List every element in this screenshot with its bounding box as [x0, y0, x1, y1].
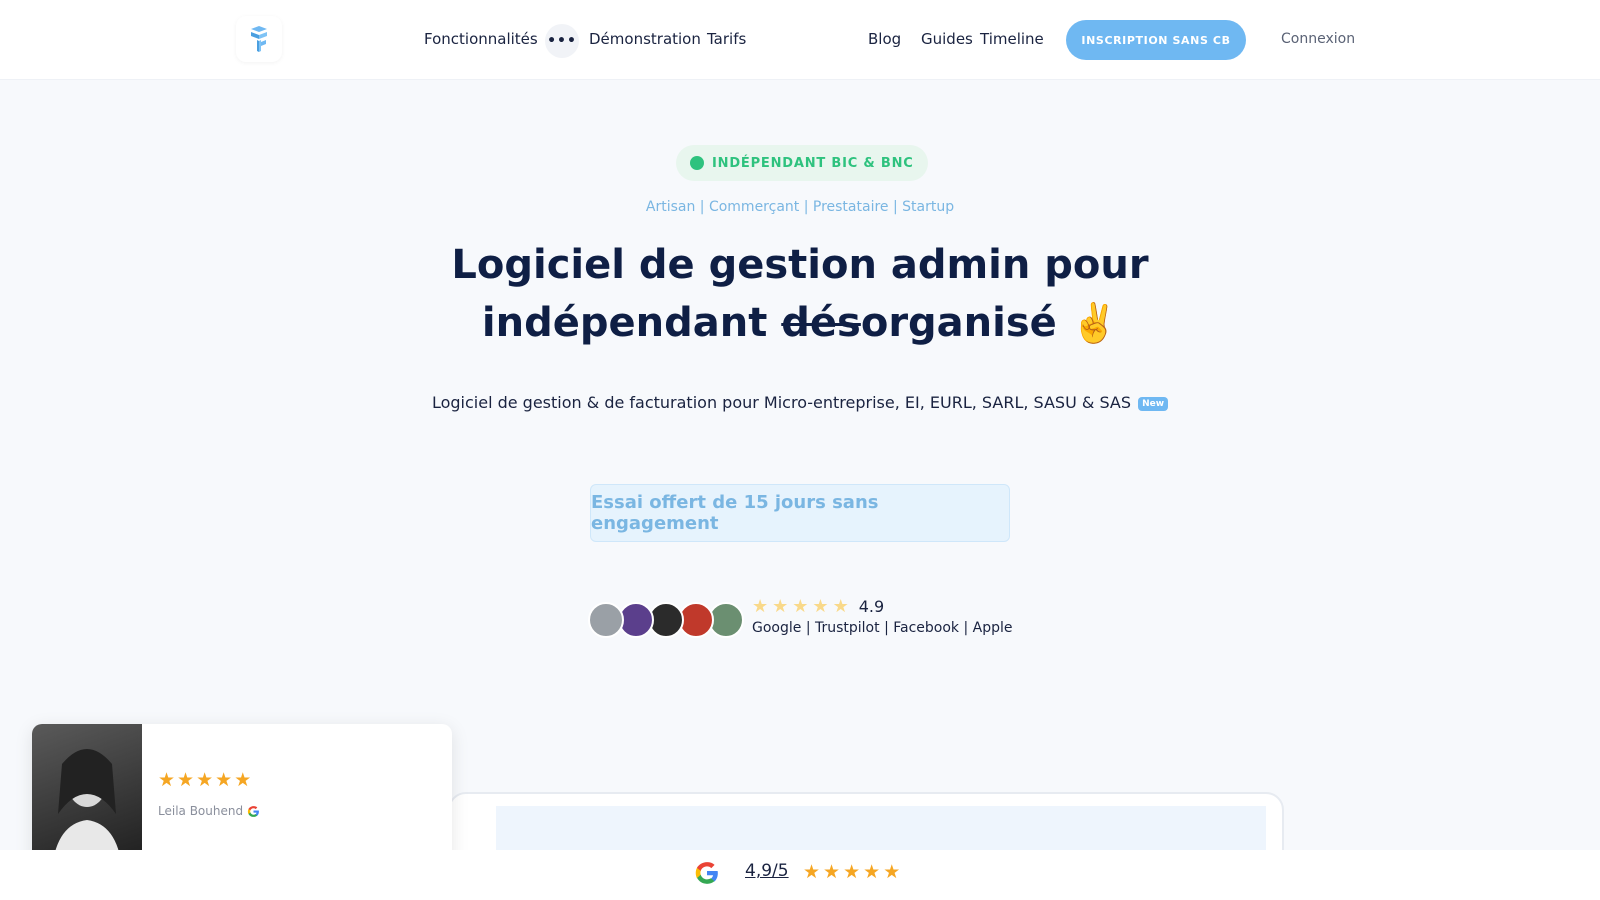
bottom-rating-bar [0, 850, 1600, 900]
star-icon: ★ [177, 769, 195, 791]
star-icon: ★ [843, 861, 861, 883]
google-icon [247, 805, 260, 817]
nav-blog[interactable]: Blog [868, 30, 901, 48]
audience-badge: INDÉPENDANT BIC & BNC [676, 145, 928, 181]
badge-label: INDÉPENDANT BIC & BNC [712, 155, 914, 171]
nav-demonstration[interactable]: Démonstration [589, 30, 701, 48]
headline-line-1: Logiciel de gestion admin pour [451, 242, 1149, 288]
peace-hand-icon: ✌️ [1070, 301, 1119, 345]
signup-button[interactable]: INSCRIPTION SANS CB [1066, 20, 1246, 60]
login-link[interactable]: Connexion [1281, 31, 1355, 47]
star-icon: ★ [158, 769, 176, 791]
subtitle-text: Logiciel de gestion & de facturation pou… [431, 393, 1131, 412]
star-icon: ★ [812, 595, 829, 617]
top-navigation-bar: Fonctionnalités ••• Démonstration Tarifs… [0, 0, 1600, 80]
customer-avatar [588, 602, 624, 638]
person-silhouette-icon [52, 749, 122, 868]
google-logo-icon [695, 862, 718, 884]
star-icon: ★ [215, 769, 233, 791]
reviewer-name-text: Leila Bouhend [158, 804, 244, 818]
nav-pricing[interactable]: Tarifs [707, 30, 746, 48]
nav-features[interactable]: Fonctionnalités [424, 30, 538, 48]
hero-subtitle: Logiciel de gestion & de facturation pou… [0, 393, 1600, 412]
star-icon: ★ [234, 769, 252, 791]
ellipsis-icon: ••• [547, 33, 577, 49]
free-trial-button[interactable]: Essai offert de 15 jours sans engagement [590, 484, 1010, 542]
star-icon: ★ [883, 861, 901, 883]
google-rating-link[interactable]: 4,9/5 [745, 861, 789, 881]
google-rating-stars: ★ ★ ★ ★ ★ [803, 862, 900, 882]
rating-summary: ★ ★ ★ ★ ★ 4.9 [752, 597, 884, 616]
reviewer-name: Leila Bouhend [158, 804, 260, 818]
star-icon: ★ [832, 595, 849, 617]
new-badge: New [1138, 396, 1169, 411]
headline-strikethrough: dés [781, 300, 861, 346]
star-icon: ★ [752, 595, 769, 617]
star-icon: ★ [196, 769, 214, 791]
rating-platforms: Google | Trustpilot | Facebook | Apple [752, 620, 1013, 636]
logo-icon [251, 26, 267, 52]
nav-guides[interactable]: Guides [921, 30, 973, 48]
status-dot-icon [690, 156, 704, 170]
page-title: Logiciel de gestion admin pour indépenda… [0, 236, 1600, 352]
review-stars: ★ ★ ★ ★ ★ [158, 770, 251, 790]
headline-prefix: indépendant [481, 300, 782, 346]
star-icon: ★ [863, 861, 881, 883]
headline-suffix: organisé [860, 300, 1057, 346]
more-menu-button[interactable]: ••• [545, 24, 579, 58]
nav-timeline[interactable]: Timeline [980, 30, 1044, 48]
star-icon: ★ [772, 595, 789, 617]
app-logo[interactable] [236, 16, 282, 62]
star-icon: ★ [792, 595, 809, 617]
review-card: ★ ★ ★ ★ ★ Leila Bouhend [32, 724, 452, 868]
rating-value: 4.9 [858, 597, 885, 616]
reviewer-photo [32, 724, 142, 868]
star-icon: ★ [803, 861, 821, 883]
star-icon: ★ [823, 861, 841, 883]
segments-line: Artisan | Commerçant | Prestataire | Sta… [645, 199, 955, 215]
